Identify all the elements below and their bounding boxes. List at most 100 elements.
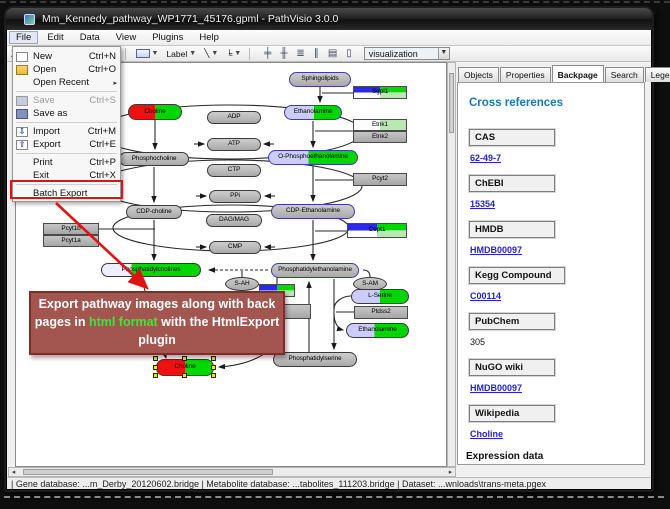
menu-separator (16, 153, 117, 154)
xref-link[interactable]: Choline (470, 429, 634, 439)
node-ethanolamine-bottom[interactable]: Ethanolamine (346, 323, 409, 338)
gene-tool-glyph (136, 49, 150, 58)
menu-bar: FileEditDataViewPluginsHelp (7, 30, 651, 46)
xref-title: ChEBI (469, 175, 555, 192)
node-s-ah[interactable]: S-AH (225, 277, 259, 291)
file-menu-item-shortcut: Ctrl+O (88, 64, 116, 75)
node-ctp[interactable]: CTP (207, 164, 261, 177)
node-etnk2[interactable]: Etnk2 (353, 131, 407, 143)
title-bar: Mm_Kennedy_pathway_WP1771_45176.gpml - P… (6, 8, 652, 30)
chevron-down-icon[interactable]: ▼ (234, 50, 241, 57)
node-phosphocholine[interactable]: Phosphocholine (119, 152, 189, 166)
file-menu-item-export[interactable]: ⇧ExportCtrl+E (13, 138, 120, 151)
selection-handle[interactable] (211, 356, 216, 361)
file-menu-item-save-as[interactable]: Save as (13, 107, 120, 120)
export-icon: ⇧ (16, 140, 28, 150)
visualization-combobox[interactable]: visualization ▼ (364, 47, 450, 60)
xref-section-chebi: ChEBI 15354 (469, 175, 634, 209)
node-choline-top[interactable]: Choline (128, 104, 182, 120)
node-pcyt1a[interactable]: Pcyt1a (43, 235, 99, 247)
menu-view[interactable]: View (109, 31, 143, 44)
chevron-down-icon[interactable]: ▼ (438, 48, 449, 59)
node-ethanolamine-top[interactable]: Ethanolamine (284, 105, 342, 120)
menu-data[interactable]: Data (73, 31, 107, 44)
node-ppi[interactable]: PPi (209, 190, 261, 203)
node-ptdss2[interactable]: Ptdss2 (354, 306, 408, 319)
node-atp[interactable]: ATP (207, 138, 261, 151)
xref-section-hmdb: HMDBHMDB00097 (469, 221, 634, 255)
node-cmp[interactable]: CMP (209, 241, 261, 254)
save-as-icon (16, 109, 28, 119)
selection-handle[interactable] (153, 356, 158, 361)
scroll-left-icon[interactable]: ◂ (9, 468, 18, 476)
tab-search[interactable]: Search (605, 67, 644, 82)
gene-tool[interactable]: ▼ (133, 47, 162, 61)
selection-handle[interactable] (182, 356, 187, 361)
node-sphingolipids[interactable]: Sphingolipids (289, 72, 351, 87)
node-phosphatidylcholines[interactable]: Phosphatidylcholines (101, 263, 201, 277)
xref-link[interactable]: 15354 (470, 199, 634, 209)
selection-handle[interactable] (211, 365, 216, 370)
tab-objects[interactable]: Objects (458, 67, 499, 82)
line-tool[interactable]: ╲▼ (201, 47, 221, 61)
xref-link[interactable]: HMDB00097 (470, 383, 634, 393)
selection-handle[interactable] (153, 365, 158, 370)
xref-link[interactable]: C00114 (470, 291, 634, 301)
node-adp[interactable]: ADP (207, 111, 261, 124)
node-etnk1[interactable]: Etnk1 (353, 119, 407, 131)
label-tool[interactable]: Label▼ (163, 47, 199, 61)
new-document-icon (16, 52, 28, 62)
layout-icon[interactable]: ▯ (346, 48, 352, 59)
tab-legend[interactable]: Legend (645, 67, 670, 82)
node-cdp-ethanolamine[interactable]: CDP-Ethanolamine (271, 204, 355, 219)
stack-horizontal-icon[interactable]: ∥ (314, 48, 319, 59)
save-icon (16, 96, 28, 106)
node-cept1[interactable]: Cept1 (347, 223, 407, 238)
node-pcyt1b[interactable]: Pcyt1b (43, 223, 99, 235)
xref-section-nugo-wiki: NuGO wikiHMDB00097 (469, 359, 634, 393)
chevron-down-icon[interactable]: ▼ (152, 50, 159, 57)
node-o-phosphoethanolamine[interactable]: O-Phosphoethanolamine (268, 150, 358, 165)
menu-help[interactable]: Help (192, 31, 226, 44)
file-menu-item-import[interactable]: ⇩ImportCtrl+M (13, 125, 120, 138)
node-cdp-choline[interactable]: CDP-choline (126, 205, 182, 219)
node-phosphatidylethanolamine[interactable]: Phosphatidylethanolamine (271, 263, 359, 278)
node-sgpl1[interactable]: Sgpl1 (353, 86, 407, 99)
file-menu-item-print[interactable]: PrintCtrl+P (13, 156, 120, 169)
pathvisio-app-icon (24, 14, 35, 25)
file-menu-item-save[interactable]: SaveCtrl+S (13, 94, 120, 107)
node-dag-mag[interactable]: DAG/MAG (206, 214, 262, 227)
selection-handle[interactable] (153, 373, 158, 378)
vertical-scroll-thumb[interactable] (449, 73, 454, 133)
chevron-down-icon[interactable]: ▼ (189, 50, 196, 57)
xref-link[interactable]: HMDB00097 (470, 245, 634, 255)
connector-tool-glyph: ╘ (226, 49, 232, 59)
selection-handle[interactable] (182, 373, 187, 378)
file-menu-item-open-recent[interactable]: Open Recent▸ (13, 76, 120, 89)
xref-title: Wikipedia (469, 405, 555, 422)
selection-handle[interactable] (211, 373, 216, 378)
connector-tool[interactable]: ╘▼ (223, 47, 244, 61)
canvas-vertical-scrollbar[interactable] (447, 62, 456, 467)
stack-vertical-icon[interactable]: ≣ (296, 48, 304, 59)
node-phosphatidylserine[interactable]: Phosphatidylserine (273, 352, 357, 367)
horizontal-scroll-thumb[interactable] (23, 469, 273, 475)
align-center-icon[interactable]: ╪ (264, 48, 271, 59)
screenshot-root: Mm_Kennedy_pathway_WP1771_45176.gpml - P… (0, 0, 670, 509)
menu-file[interactable]: File (9, 31, 38, 44)
xref-link[interactable]: 62-49-7 (470, 153, 634, 163)
menu-edit[interactable]: Edit (40, 31, 70, 44)
menu-plugins[interactable]: Plugins (145, 31, 190, 44)
node-pcyt2[interactable]: Pcyt2 (353, 173, 407, 186)
align-middle-icon[interactable]: ╫ (280, 48, 287, 59)
chevron-down-icon[interactable]: ▼ (211, 50, 218, 57)
common-size-icon[interactable]: ▤ (328, 48, 337, 59)
tab-properties[interactable]: Properties (500, 67, 551, 82)
tab-backpage[interactable]: Backpage (552, 65, 604, 82)
backpage-content: Cross references CAS62-49-7ChEBI15354HMD… (457, 82, 645, 465)
file-menu-item-new[interactable]: NewCtrl+N (13, 50, 120, 63)
scroll-right-icon[interactable]: ▸ (446, 468, 455, 476)
node-l-serine[interactable]: L-Serine (351, 289, 409, 304)
canvas-horizontal-scrollbar[interactable]: ◂ ▸ (8, 467, 456, 477)
file-menu-item-open[interactable]: OpenCtrl+O (13, 63, 120, 76)
